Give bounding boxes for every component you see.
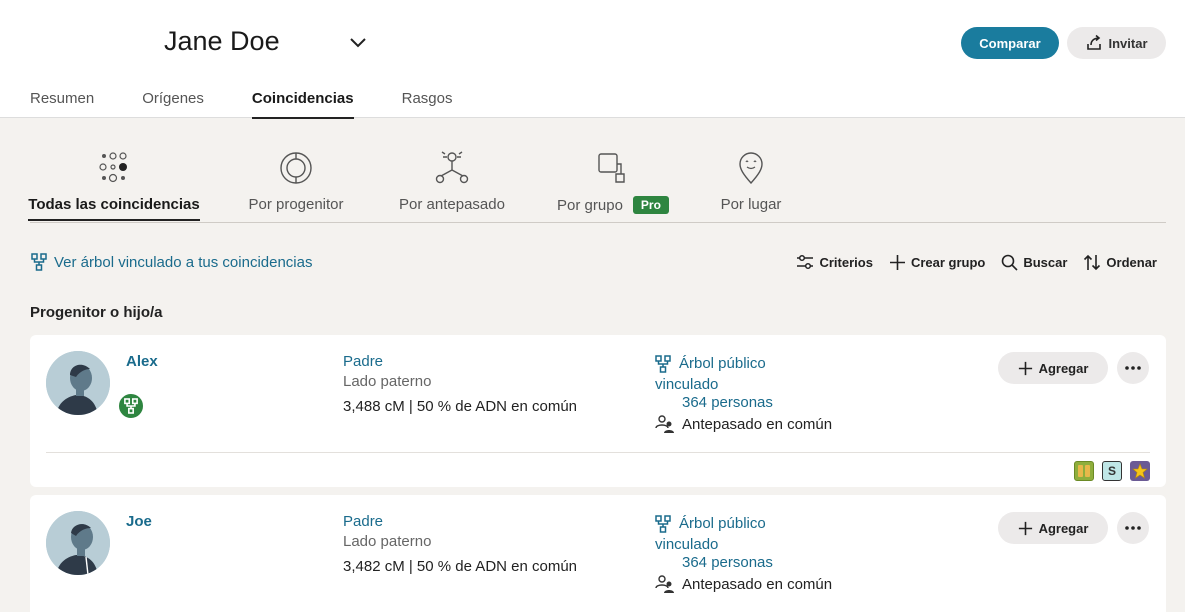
- common-ancestor[interactable]: Antepasado en común: [655, 415, 832, 433]
- pro-badge: Pro: [632, 196, 669, 214]
- linked-tree-badge: [116, 391, 146, 421]
- shared-dna: 3,482 cM | 50 % de ADN en común: [343, 558, 578, 575]
- tab-coincidencias[interactable]: Coincidencias: [251, 90, 354, 119]
- main-tabs: Resumen Orígenes Coincidencias Rasgos: [30, 90, 500, 119]
- invite-button[interactable]: Invitar: [1067, 27, 1166, 59]
- sort-label: Ordenar: [1106, 254, 1157, 270]
- common-ancestor-label: Antepasado en común: [682, 415, 833, 433]
- relationship-link[interactable]: Padre: [343, 353, 383, 370]
- card-divider: [46, 452, 1150, 453]
- parent-circle-icon: [280, 152, 312, 184]
- match-card: Joe Padre Lado paterno 3,482 cM | 50 % d…: [30, 495, 1166, 612]
- more-dots-icon: [1125, 366, 1141, 370]
- subtab-label: Por antepasado: [399, 196, 505, 213]
- match-tags: S: [1074, 461, 1150, 481]
- view-linked-tree-link[interactable]: Ver árbol vinculado a tus coincidencias: [31, 253, 313, 271]
- criteria-label: Criterios: [819, 254, 873, 270]
- tree-icon: [655, 354, 671, 373]
- relationship-link[interactable]: Padre: [343, 513, 383, 530]
- people-count[interactable]: 364 personas: [682, 394, 773, 411]
- tag-star-icon[interactable]: [1130, 461, 1150, 481]
- tree-label: Árbol público: [679, 355, 766, 372]
- subtab-by-parent[interactable]: Por progenitor: [236, 148, 356, 223]
- subtab-by-ancestor[interactable]: Por antepasado: [392, 148, 512, 223]
- header: Jane Doe Comparar Invitar Resumen Orígen…: [0, 0, 1185, 119]
- common-ancestor-label: Antepasado en común: [682, 575, 833, 593]
- match-card: Alex Padre Lado paterno 3,488 cM | 50 % …: [30, 335, 1166, 487]
- subtab-label: Por grupo: [557, 196, 623, 214]
- subtab-by-place[interactable]: Por lugar: [716, 148, 786, 223]
- tag-family-icon[interactable]: [1074, 461, 1094, 481]
- star-icon: [1132, 463, 1148, 479]
- common-ancestor[interactable]: Antepasado en común: [655, 575, 832, 593]
- person-silhouette-icon: [46, 511, 110, 575]
- tree-icon: [655, 514, 671, 533]
- chevron-down-icon[interactable]: [347, 32, 369, 54]
- tree-icon: [124, 398, 138, 414]
- criteria-button[interactable]: Criterios: [796, 253, 873, 271]
- sort-arrows-icon: [1084, 254, 1101, 270]
- dots-grid-icon: [99, 152, 127, 183]
- shared-dna: 3,488 cM | 50 % de ADN en común: [343, 398, 578, 415]
- sort-button[interactable]: Ordenar: [1083, 253, 1157, 271]
- people-icon: [655, 575, 674, 593]
- subtab-label: Por progenitor: [248, 196, 344, 213]
- public-tree-link[interactable]: Árbol público vinculado: [655, 353, 825, 395]
- more-options-button[interactable]: [1117, 512, 1149, 544]
- subtab-all-matches[interactable]: Todas las coincidencias: [28, 148, 200, 223]
- view-linked-tree-label: Ver árbol vinculado a tus coincidencias: [54, 253, 313, 271]
- match-name[interactable]: Joe: [126, 513, 152, 530]
- section-title: Progenitor o hijo/a: [30, 304, 163, 321]
- add-label: Agregar: [1038, 360, 1089, 376]
- create-group-button[interactable]: Crear grupo: [889, 253, 985, 271]
- compare-button[interactable]: Comparar: [961, 27, 1059, 59]
- avatar[interactable]: [46, 511, 110, 575]
- sliders-icon: [797, 254, 814, 270]
- tree-label: Árbol público: [679, 515, 766, 532]
- subtab-by-group[interactable]: Por grupo Pro: [552, 148, 674, 223]
- tab-rasgos[interactable]: Rasgos: [402, 90, 453, 119]
- tree-label-2: vinculado: [655, 376, 719, 393]
- parental-side: Lado paterno: [343, 533, 432, 550]
- people-icon: [655, 415, 674, 433]
- ancestor-tree-icon: [435, 151, 469, 184]
- tag-s[interactable]: S: [1102, 461, 1122, 481]
- more-dots-icon: [1125, 526, 1141, 530]
- family-icon: [1078, 465, 1090, 477]
- avatar[interactable]: [46, 351, 110, 415]
- person-name: Jane Doe: [164, 26, 280, 56]
- match-name[interactable]: Alex: [126, 353, 158, 370]
- tree-icon: [31, 253, 47, 271]
- search-icon: [1002, 254, 1018, 271]
- match-filter-nav: Todas las coincidencias Por progenitor P…: [28, 148, 1166, 223]
- invite-label: Invitar: [1108, 35, 1148, 51]
- public-tree-link[interactable]: Árbol público vinculado: [655, 513, 825, 555]
- subtab-label: Por lugar: [720, 196, 782, 213]
- search-label: Buscar: [1023, 254, 1068, 270]
- group-squares-icon: [598, 153, 625, 183]
- match-actions: Criterios Crear grupo Buscar Ordenar: [796, 253, 1157, 271]
- plus-icon: [1018, 521, 1032, 535]
- person-silhouette-icon: [46, 351, 110, 415]
- people-count[interactable]: 364 personas: [682, 554, 773, 571]
- plus-icon: [1018, 361, 1032, 375]
- create-group-label: Crear grupo: [910, 254, 986, 270]
- search-button[interactable]: Buscar: [1001, 253, 1067, 271]
- add-button[interactable]: Agregar: [998, 512, 1108, 544]
- subtab-label: Todas las coincidencias: [28, 196, 200, 221]
- add-button[interactable]: Agregar: [998, 352, 1108, 384]
- more-options-button[interactable]: [1117, 352, 1149, 384]
- parental-side: Lado paterno: [343, 373, 432, 390]
- tab-origenes[interactable]: Orígenes: [142, 90, 204, 119]
- tab-resumen[interactable]: Resumen: [30, 90, 94, 119]
- plus-icon: [889, 254, 905, 270]
- tree-label-2: vinculado: [655, 536, 719, 553]
- add-label: Agregar: [1038, 520, 1089, 536]
- location-pin-icon: [739, 152, 763, 185]
- subtab-label-group: Por grupo Pro: [557, 196, 669, 214]
- share-icon: [1087, 34, 1102, 50]
